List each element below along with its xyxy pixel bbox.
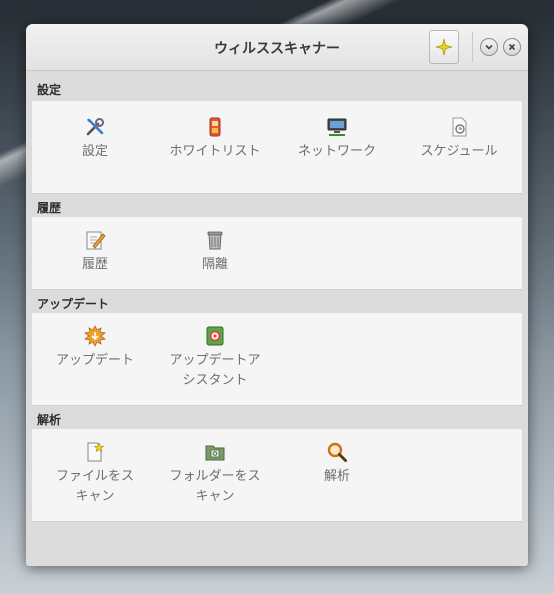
settings-label: 設定 bbox=[81, 144, 108, 159]
section-header-update: アップデート bbox=[37, 297, 110, 311]
network-item[interactable]: ネットワーク bbox=[282, 116, 392, 162]
analysis-item[interactable]: 解析 bbox=[282, 441, 392, 487]
virus-scanner-window: ウィルススキャナー 設定 設定 ホワイトリスト ネットワーク スケジュール 履歴… bbox=[26, 24, 528, 566]
scan-folder-label-line1: フォルダーをス bbox=[169, 469, 261, 484]
close-icon bbox=[508, 43, 516, 51]
quarantine-label: 隔離 bbox=[201, 257, 228, 272]
history-item[interactable]: 履歴 bbox=[40, 229, 150, 275]
update-assistant-icon bbox=[206, 326, 224, 346]
section-header-settings: 設定 bbox=[37, 83, 62, 97]
update-assistant-label-line2: シスタント bbox=[182, 373, 248, 388]
scan-folder-label-line2: キャン bbox=[195, 489, 235, 504]
update-assistant-item[interactable]: アップデートア シスタント bbox=[160, 325, 270, 391]
settings-panel: 設定 ホワイトリスト ネットワーク スケジュール bbox=[32, 101, 522, 194]
chevron-down-icon bbox=[485, 44, 493, 50]
schedule-icon bbox=[452, 117, 467, 137]
star-icon bbox=[435, 38, 453, 56]
title-bar[interactable]: ウィルススキャナー bbox=[26, 24, 528, 71]
favorite-button[interactable] bbox=[429, 30, 459, 64]
update-label: アップデート bbox=[55, 353, 134, 368]
update-item[interactable]: アップデート bbox=[40, 325, 150, 371]
whitelist-label: ホワイトリスト bbox=[169, 144, 261, 159]
scan-file-label-line2: キャン bbox=[75, 489, 115, 504]
tools-icon bbox=[86, 118, 104, 136]
schedule-item[interactable]: スケジュール bbox=[404, 116, 514, 162]
scan-file-icon bbox=[87, 442, 105, 462]
quarantine-icon bbox=[207, 231, 223, 250]
close-button[interactable] bbox=[503, 38, 521, 56]
history-panel: 履歴 隔離 bbox=[32, 217, 522, 290]
history-label: 履歴 bbox=[81, 257, 108, 272]
scan-file-label-line1: ファイルをス bbox=[55, 469, 134, 484]
magnifier-icon bbox=[327, 442, 347, 462]
section-header-analysis: 解析 bbox=[37, 413, 62, 427]
update-icon bbox=[84, 325, 106, 347]
update-assistant-label-line1: アップデートア bbox=[169, 353, 261, 368]
history-icon bbox=[86, 231, 106, 250]
scan-file-item[interactable]: ファイルをス キャン bbox=[40, 441, 150, 507]
settings-item[interactable]: 設定 bbox=[40, 116, 150, 162]
section-header-history: 履歴 bbox=[37, 201, 62, 215]
network-label: ネットワーク bbox=[297, 144, 376, 159]
scan-folder-icon bbox=[205, 445, 225, 461]
network-icon bbox=[327, 118, 347, 136]
minimize-button[interactable] bbox=[480, 38, 498, 56]
update-panel: アップデート アップデートア シスタント bbox=[32, 313, 522, 406]
analysis-label: 解析 bbox=[323, 469, 350, 484]
whitelist-item[interactable]: ホワイトリスト bbox=[160, 116, 270, 162]
scan-folder-item[interactable]: フォルダーをス キャン bbox=[160, 441, 270, 507]
schedule-label: スケジュール bbox=[420, 144, 498, 159]
whitelist-icon bbox=[209, 117, 221, 137]
quarantine-item[interactable]: 隔離 bbox=[160, 229, 270, 275]
titlebar-separator bbox=[472, 32, 473, 62]
analysis-panel: ファイルをス キャン フォルダーをス キャン 解析 bbox=[32, 429, 522, 522]
